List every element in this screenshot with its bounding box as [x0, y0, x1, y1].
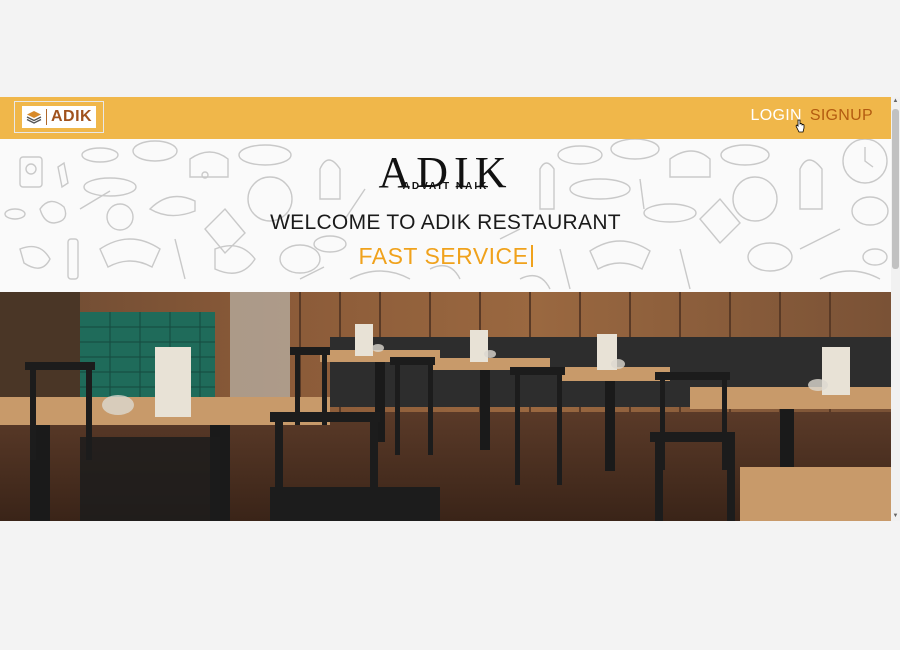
- page-scrollbar[interactable]: ▲ ▼: [891, 97, 900, 521]
- logo-subtitle: ADVAIT NAIK: [402, 181, 489, 192]
- auth-links: LOGIN SIGNUP: [751, 107, 873, 125]
- hero-banner: ADIK ADVAIT NAIK WELCOME TO ADIK RESTAUR…: [0, 139, 891, 292]
- brand-logo: ADIK: [22, 106, 96, 128]
- brand-divider: [46, 109, 47, 125]
- restaurant-interior-image: [0, 292, 891, 521]
- welcome-heading: WELCOME TO ADIK RESTAURANT: [270, 211, 621, 234]
- top-navbar: ADIK LOGIN SIGNUP: [0, 97, 891, 139]
- scrollbar-thumb[interactable]: [892, 109, 899, 269]
- typed-tagline: FAST SERVICE: [0, 243, 891, 270]
- typing-caret: [530, 245, 533, 267]
- brand-logo-link[interactable]: ADIK: [14, 101, 104, 133]
- tagline-text: FAST SERVICE: [358, 243, 529, 269]
- chevron-up-icon[interactable]: ▲: [891, 97, 900, 106]
- restaurant-logo: ADIK ADVAIT NAIK: [0, 151, 891, 195]
- signup-link[interactable]: SIGNUP: [810, 107, 873, 125]
- browser-viewport: ADIK LOGIN SIGNUP ADIK ADVAIT NAIK WELCO…: [0, 97, 900, 521]
- stacked-layers-logo-icon: [26, 111, 42, 124]
- brand-name: ADIK: [51, 108, 93, 125]
- hand-pointer-icon: [795, 119, 805, 133]
- restaurant-interior-illustration: [0, 292, 891, 521]
- chevron-down-icon[interactable]: ▼: [891, 512, 900, 521]
